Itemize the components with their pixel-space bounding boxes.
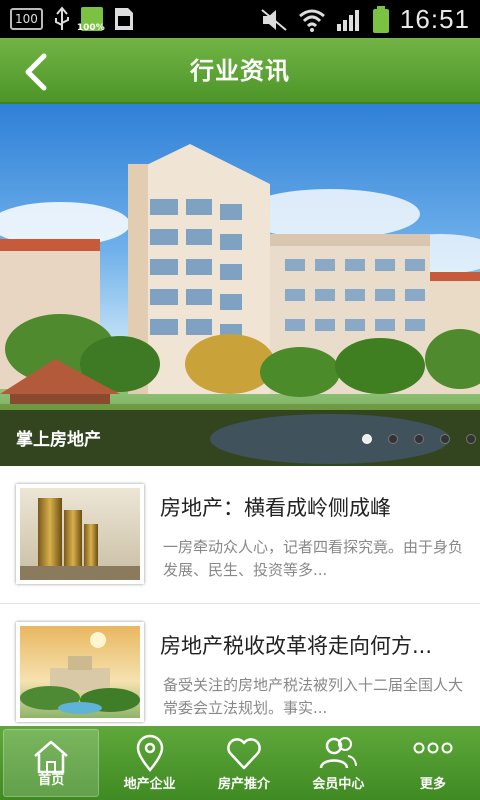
news-thumbnail: [16, 484, 144, 584]
mute-icon: [261, 8, 287, 31]
nav-item-members[interactable]: 会员中心: [291, 726, 385, 800]
news-summary: 备受关注的房地产税法被列入十二届全国人大常委会立法规划。事实...: [163, 676, 464, 717]
status-bar: 100 100% 16:51: [0, 0, 480, 38]
location-pin-icon: [136, 734, 163, 772]
nav-label: 首页: [38, 773, 65, 788]
signal-icon: [336, 9, 359, 31]
carousel-dot[interactable]: [466, 434, 476, 444]
carousel-dot[interactable]: [440, 434, 450, 444]
heart-icon: [227, 738, 261, 770]
nav-label: 更多: [419, 777, 446, 792]
page-title: 行业资讯: [190, 57, 290, 85]
carousel-indicator: [362, 434, 476, 444]
wifi-icon: [298, 9, 325, 32]
bottom-navigation: 首页 地产企业 房产推介 会员中心 更多: [0, 726, 480, 800]
banner-carousel[interactable]: 掌上房地产: [0, 104, 480, 466]
news-title: 房地产：横看成岭侧成峰: [160, 496, 391, 520]
news-summary: 一房牵动众人心，记者四看探究竟。由于身负发展、民生、投资等多...: [163, 538, 464, 579]
news-thumbnail: [16, 622, 144, 722]
usb-icon: [54, 6, 69, 30]
banner-caption: 掌上房地产: [16, 430, 101, 450]
battery-icon: [372, 5, 389, 33]
news-list-item[interactable]: 房地产：横看成岭侧成峰 一房牵动众人心，记者四看探究竟。由于身负发展、民生、投资…: [0, 466, 480, 604]
battery-icon: 100%: [77, 7, 105, 33]
carousel-dot[interactable]: [388, 434, 398, 444]
clock: 16:51: [399, 4, 470, 34]
nav-label: 地产企业: [123, 777, 176, 792]
carousel-dot[interactable]: [414, 434, 424, 444]
news-title: 房地产税收改革将走向何方...: [160, 634, 433, 658]
battery-percent: 100%: [76, 23, 105, 33]
nav-item-more[interactable]: 更多: [386, 726, 480, 800]
nav-item-home[interactable]: 首页: [3, 729, 100, 797]
storage-indicator: 100: [10, 8, 43, 30]
nav-label: 房产推介: [218, 777, 271, 792]
more-dots-icon: [413, 742, 453, 754]
sim-icon: [114, 8, 133, 30]
news-list-item[interactable]: 房地产税收改革将走向何方... 备受关注的房地产税法被列入十二届全国人大常委会立…: [0, 604, 480, 742]
nav-label: 会员中心: [312, 777, 365, 792]
carousel-dot-active[interactable]: [362, 434, 372, 444]
nav-item-companies[interactable]: 地产企业: [102, 726, 196, 800]
nav-item-recommend[interactable]: 房产推介: [197, 726, 291, 800]
users-icon: [320, 737, 358, 769]
app-header: 行业资讯: [0, 38, 480, 104]
